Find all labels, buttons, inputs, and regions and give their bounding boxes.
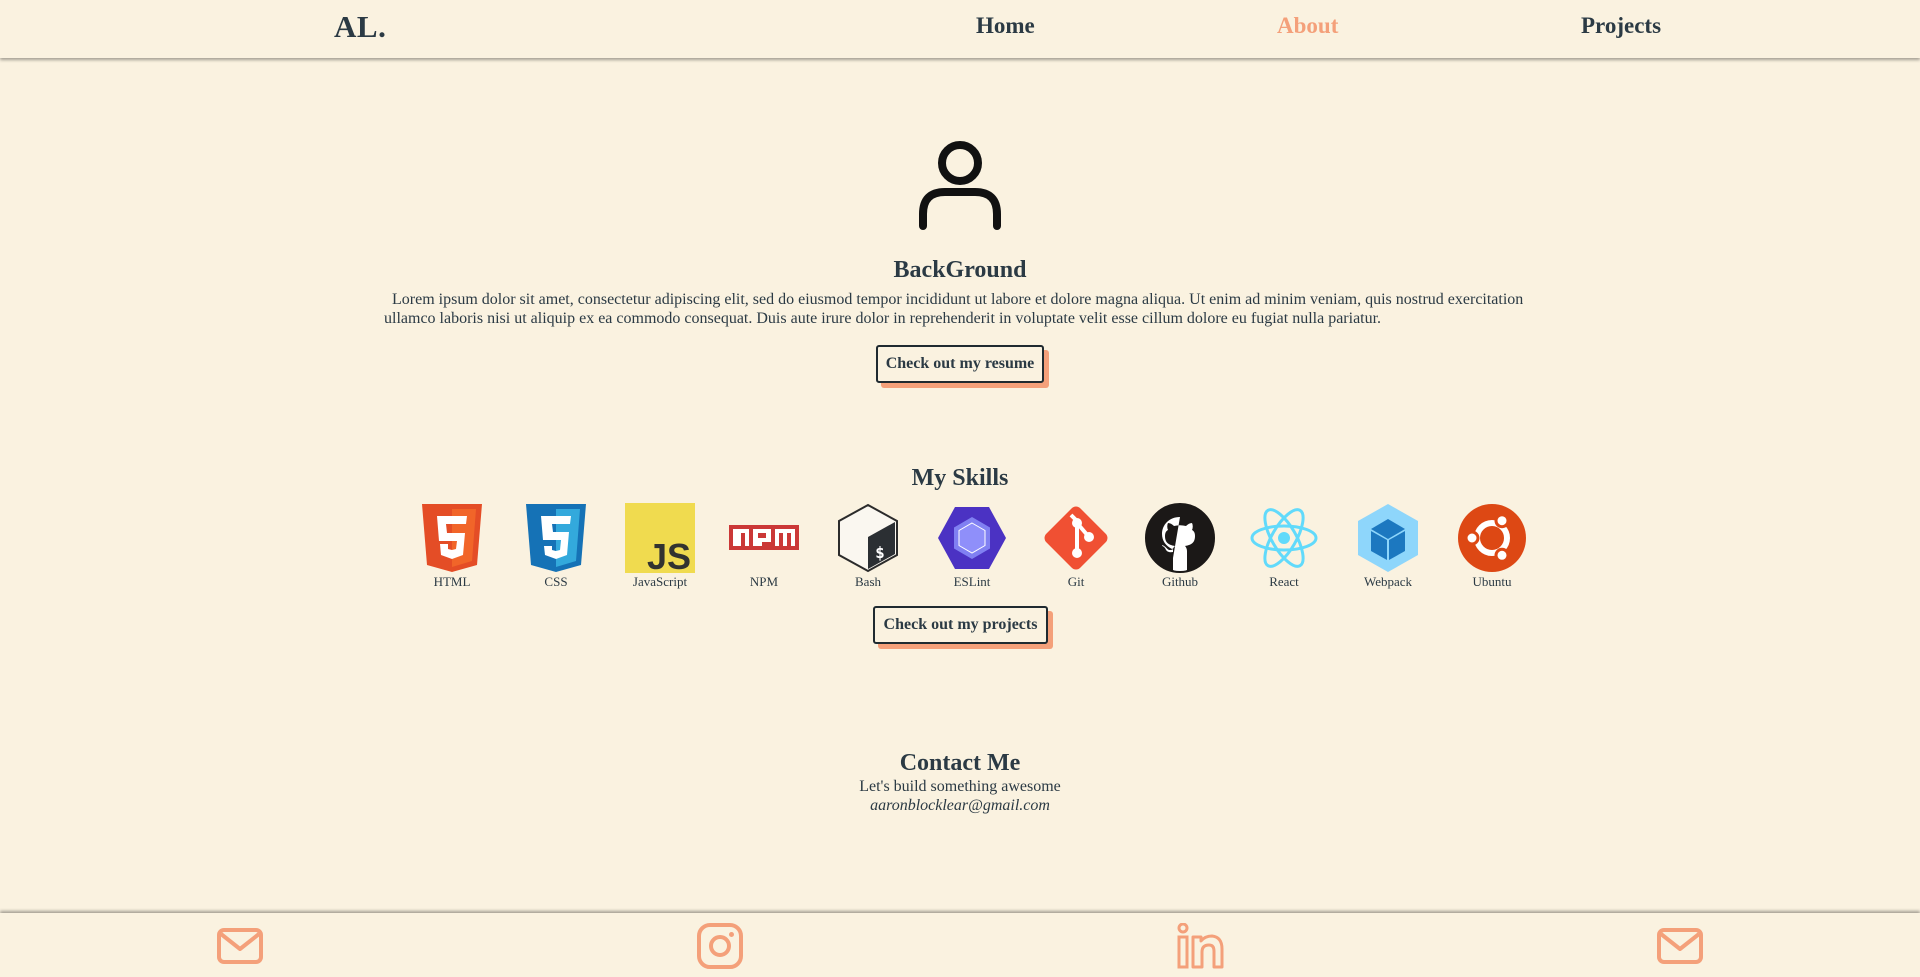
svg-text:JS: JS	[647, 536, 691, 573]
ubuntu-icon	[1458, 504, 1526, 572]
nav-projects-link[interactable]: Projects	[1581, 13, 1661, 39]
javascript-icon: JS	[625, 503, 695, 573]
projects-button[interactable]: Check out my projects	[873, 606, 1048, 644]
instagram-icon[interactable]	[696, 923, 744, 969]
linkedin-icon[interactable]	[1176, 923, 1224, 969]
css3-icon	[526, 504, 586, 572]
skill-label: CSS	[544, 574, 568, 589]
git-icon	[1044, 506, 1108, 570]
html5-icon	[422, 504, 482, 572]
skill-label: Git	[1067, 574, 1085, 589]
skill-label: Ubuntu	[1472, 574, 1512, 589]
skill-item-git: Git	[1024, 503, 1128, 590]
contact-email[interactable]: aaronblocklear@gmail.com	[0, 797, 1920, 815]
skill-label: HTML	[433, 574, 471, 589]
skill-label: JavaScript	[632, 574, 688, 589]
skill-item-webpack: Webpack	[1336, 503, 1440, 590]
bash-icon: $	[838, 503, 898, 573]
npm-icon	[729, 525, 799, 550]
skill-label: ESLint	[953, 574, 991, 589]
resume-button[interactable]: Check out my resume	[876, 345, 1044, 383]
skill-item-react: React	[1232, 503, 1336, 590]
skills-list: HTML CSS JS JavaScript NPM $ Bash ESLint…	[400, 503, 1526, 590]
skill-item-bash: $ Bash	[816, 503, 920, 590]
svg-text:$: $	[875, 543, 885, 562]
nav-home-link[interactable]: Home	[976, 13, 1035, 39]
nav-about-link[interactable]: About	[1277, 13, 1338, 39]
site-logo[interactable]: AL.	[334, 9, 386, 45]
skill-label: Github	[1161, 574, 1199, 589]
skill-item-ubuntu: Ubuntu	[1440, 503, 1544, 590]
skill-label: Webpack	[1363, 574, 1413, 589]
skill-item-html: HTML	[400, 503, 504, 590]
contact-title: Contact Me	[899, 750, 1021, 776]
skills-title: My Skills	[911, 465, 1009, 491]
skill-label: NPM	[749, 574, 779, 589]
skill-item-eslint: ESLint	[920, 503, 1024, 590]
skill-item-css: CSS	[504, 503, 608, 590]
mail-icon[interactable]	[216, 923, 264, 969]
react-icon	[1250, 508, 1318, 568]
skill-label: Bash	[855, 574, 881, 589]
skill-item-npm: NPM	[712, 503, 816, 590]
skill-item-javascript: JS JavaScript	[608, 503, 712, 590]
skill-label: React	[1269, 574, 1299, 589]
eslint-icon	[938, 507, 1006, 569]
background-text: Lorem ipsum dolor sit amet, consectetur …	[384, 291, 1524, 327]
person-icon	[919, 141, 1001, 230]
github-icon	[1145, 503, 1215, 573]
site-header: AL. Home About Projects	[0, 0, 1920, 58]
mail-icon[interactable]	[1656, 923, 1704, 969]
site-footer	[0, 913, 1920, 977]
background-title: BackGround	[893, 257, 1027, 283]
skill-item-github: Github	[1128, 503, 1232, 590]
contact-subtitle: Let's build something awesome	[859, 778, 1061, 795]
webpack-icon	[1358, 504, 1418, 572]
